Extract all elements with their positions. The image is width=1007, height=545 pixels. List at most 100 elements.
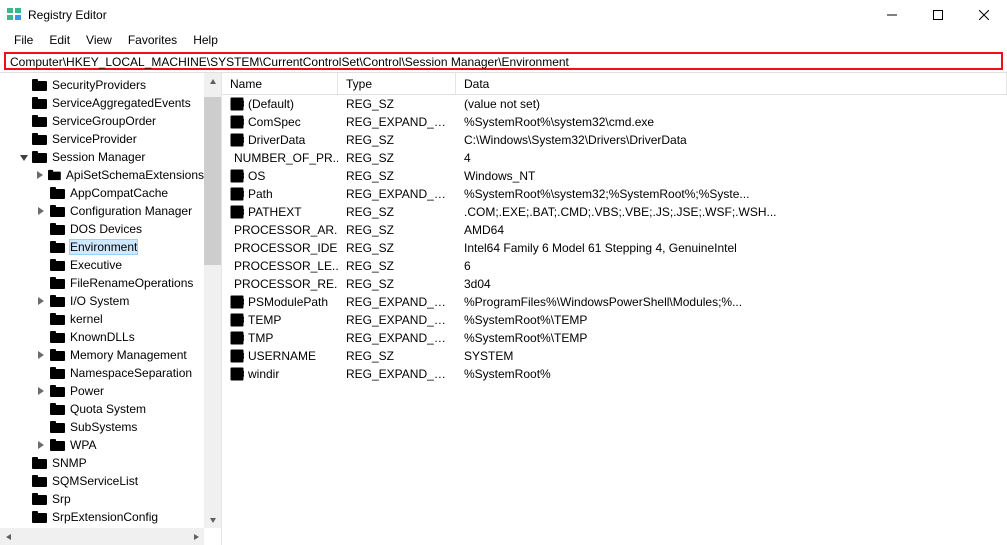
value-type: REG_SZ (338, 97, 456, 111)
tree-item[interactable]: ServiceProvider (0, 130, 204, 148)
expand-toggle (18, 475, 30, 487)
list-row[interactable]: ComSpecREG_EXPAND_SZ%SystemRoot%\system3… (222, 113, 1007, 131)
menu-favorites[interactable]: Favorites (122, 33, 183, 47)
scroll-thumb[interactable] (204, 97, 221, 265)
list-row[interactable]: TEMPREG_EXPAND_SZ%SystemRoot%\TEMP (222, 311, 1007, 329)
menu-file[interactable]: File (8, 33, 39, 47)
value-data: %SystemRoot%\TEMP (456, 313, 1007, 327)
menu-edit[interactable]: Edit (43, 33, 76, 47)
scroll-left-button[interactable] (0, 528, 17, 545)
tree-item[interactable]: kernel (0, 310, 204, 328)
column-header-name[interactable]: Name (222, 73, 338, 94)
value-type: REG_EXPAND_SZ (338, 295, 456, 309)
tree-item[interactable]: Srp (0, 490, 204, 508)
tree-item[interactable]: Quota System (0, 400, 204, 418)
list-row[interactable]: PROCESSOR_RE...REG_SZ3d04 (222, 275, 1007, 293)
value-type: REG_EXPAND_SZ (338, 331, 456, 345)
column-header-type[interactable]: Type (338, 73, 456, 94)
value-data: SYSTEM (456, 349, 1007, 363)
expand-toggle (18, 511, 30, 523)
tree-item[interactable]: ApiSetSchemaExtensions (0, 166, 204, 184)
list-row[interactable]: USERNAMEREG_SZSYSTEM (222, 347, 1007, 365)
tree-item[interactable]: SecurityProviders (0, 76, 204, 94)
folder-icon (50, 438, 66, 452)
menu-help[interactable]: Help (187, 33, 224, 47)
value-data: %SystemRoot%\system32\cmd.exe (456, 115, 1007, 129)
value-data: 6 (456, 259, 1007, 273)
value-name: OS (248, 169, 265, 183)
close-button[interactable] (961, 0, 1007, 30)
tree-item[interactable]: I/O System (0, 292, 204, 310)
tree-item[interactable]: ServiceGroupOrder (0, 112, 204, 130)
tree-item[interactable]: SrpExtensionConfig (0, 508, 204, 526)
address-bar[interactable]: Computer\HKEY_LOCAL_MACHINE\SYSTEM\Curre… (4, 52, 1003, 70)
tree-item[interactable]: Memory Management (0, 346, 204, 364)
list-row[interactable]: windirREG_EXPAND_SZ%SystemRoot% (222, 365, 1007, 383)
tree-item[interactable]: NamespaceSeparation (0, 364, 204, 382)
list-row[interactable]: NUMBER_OF_PR...REG_SZ4 (222, 149, 1007, 167)
list-row[interactable]: TMPREG_EXPAND_SZ%SystemRoot%\TEMP (222, 329, 1007, 347)
tree-item[interactable]: SubSystems (0, 418, 204, 436)
tree-pane: SecurityProvidersServiceAggregatedEvents… (0, 73, 222, 545)
tree-item-label: kernel (70, 312, 103, 326)
value-name: ComSpec (248, 115, 301, 129)
value-type: REG_SZ (338, 223, 456, 237)
folder-icon (32, 510, 48, 524)
expand-toggle[interactable] (36, 205, 48, 217)
value-type: REG_SZ (338, 169, 456, 183)
scroll-right-button[interactable] (187, 528, 204, 545)
tree-item[interactable]: Configuration Manager (0, 202, 204, 220)
expand-toggle[interactable] (36, 385, 48, 397)
scroll-down-button[interactable] (204, 511, 221, 528)
tree-item-label: KnownDLLs (70, 330, 135, 344)
expand-toggle (18, 97, 30, 109)
list-row[interactable]: OSREG_SZWindows_NT (222, 167, 1007, 185)
values-list[interactable]: (Default)REG_SZ(value not set)ComSpecREG… (222, 95, 1007, 383)
tree-item[interactable]: SNMP (0, 454, 204, 472)
menubar: File Edit View Favorites Help (0, 30, 1007, 50)
menu-view[interactable]: View (80, 33, 118, 47)
list-row[interactable]: PATHEXTREG_SZ.COM;.EXE;.BAT;.CMD;.VBS;.V… (222, 203, 1007, 221)
minimize-button[interactable] (869, 0, 915, 30)
tree-item[interactable]: Environment (0, 238, 204, 256)
tree-item[interactable]: WPA (0, 436, 204, 454)
tree-item[interactable]: ServiceAggregatedEvents (0, 94, 204, 112)
tree-horizontal-scrollbar[interactable] (0, 528, 204, 545)
tree-item-label: FileRenameOperations (70, 276, 193, 290)
maximize-button[interactable] (915, 0, 961, 30)
list-row[interactable]: PROCESSOR_AR...REG_SZAMD64 (222, 221, 1007, 239)
tree-vertical-scrollbar[interactable] (204, 73, 221, 528)
list-row[interactable]: PROCESSOR_IDE...REG_SZIntel64 Family 6 M… (222, 239, 1007, 257)
expand-toggle[interactable] (36, 295, 48, 307)
value-name: Path (248, 187, 273, 201)
tree-item[interactable]: Executive (0, 256, 204, 274)
value-data: 4 (456, 151, 1007, 165)
values-pane: Name Type Data (Default)REG_SZ(value not… (222, 73, 1007, 545)
tree-item-label: DOS Devices (70, 222, 142, 236)
list-row[interactable]: DriverDataREG_SZC:\Windows\System32\Driv… (222, 131, 1007, 149)
expand-toggle[interactable] (18, 151, 30, 163)
value-name: PROCESSOR_LE... (234, 259, 338, 273)
tree-item[interactable]: KnownDLLs (0, 328, 204, 346)
tree-item[interactable]: Session Manager (0, 148, 204, 166)
list-row[interactable]: PathREG_EXPAND_SZ%SystemRoot%\system32;%… (222, 185, 1007, 203)
expand-toggle[interactable] (36, 169, 46, 181)
tree-item[interactable]: FileRenameOperations (0, 274, 204, 292)
column-header-data[interactable]: Data (456, 73, 1007, 94)
folder-icon (50, 276, 66, 290)
expand-toggle[interactable] (36, 349, 48, 361)
expand-toggle[interactable] (36, 439, 48, 451)
list-row[interactable]: PROCESSOR_LE...REG_SZ6 (222, 257, 1007, 275)
list-header: Name Type Data (222, 73, 1007, 95)
registry-tree[interactable]: SecurityProvidersServiceAggregatedEvents… (0, 73, 204, 526)
tree-item[interactable]: Power (0, 382, 204, 400)
scroll-up-button[interactable] (204, 73, 221, 90)
expand-toggle (18, 115, 30, 127)
tree-item[interactable]: SQMServiceList (0, 472, 204, 490)
tree-item-label: WPA (70, 438, 96, 452)
list-row[interactable]: (Default)REG_SZ(value not set) (222, 95, 1007, 113)
list-row[interactable]: PSModulePathREG_EXPAND_SZ%ProgramFiles%\… (222, 293, 1007, 311)
tree-item[interactable]: DOS Devices (0, 220, 204, 238)
value-data: 3d04 (456, 277, 1007, 291)
tree-item[interactable]: AppCompatCache (0, 184, 204, 202)
